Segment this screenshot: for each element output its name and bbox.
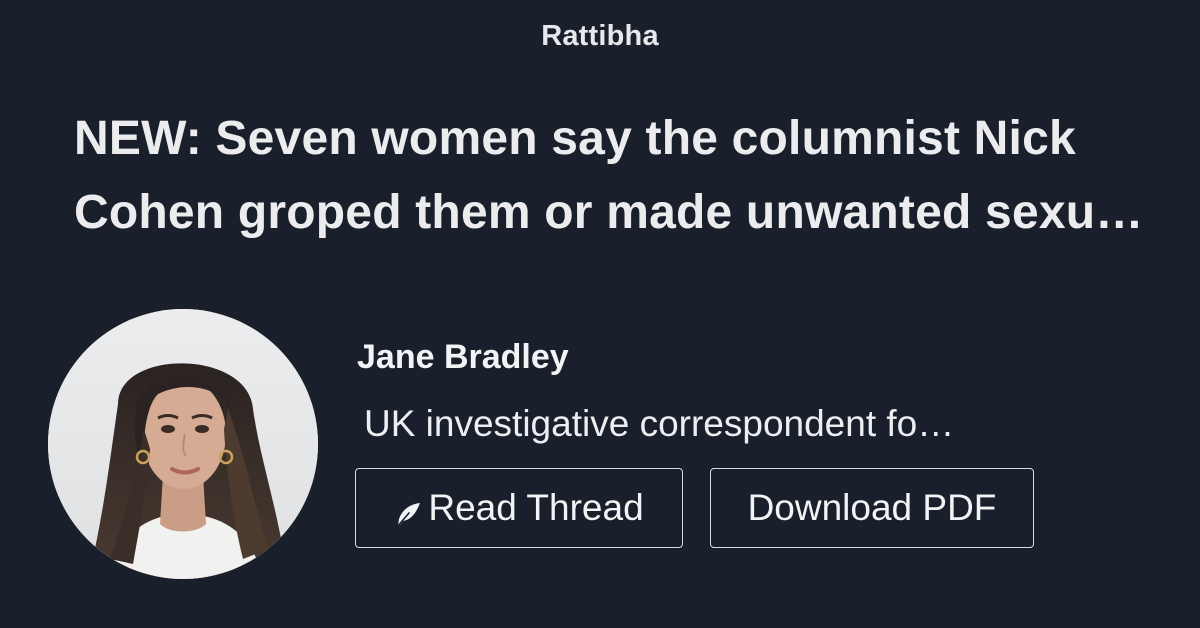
download-pdf-label: Download PDF	[747, 487, 997, 528]
download-pdf-button[interactable]: Download PDF	[710, 468, 1034, 548]
feather-icon	[394, 496, 422, 528]
read-thread-label: Read Thread	[428, 487, 644, 528]
thread-title: NEW: Seven women say the columnist Nick …	[74, 112, 1136, 239]
read-thread-button[interactable]: Read Thread	[355, 468, 683, 548]
author-name: Jane Bradley	[357, 338, 569, 376]
author-avatar	[48, 309, 318, 579]
brand-name: Rattibha	[541, 20, 659, 52]
author-bio: UK investigative correspondent for The N…	[364, 403, 964, 444]
